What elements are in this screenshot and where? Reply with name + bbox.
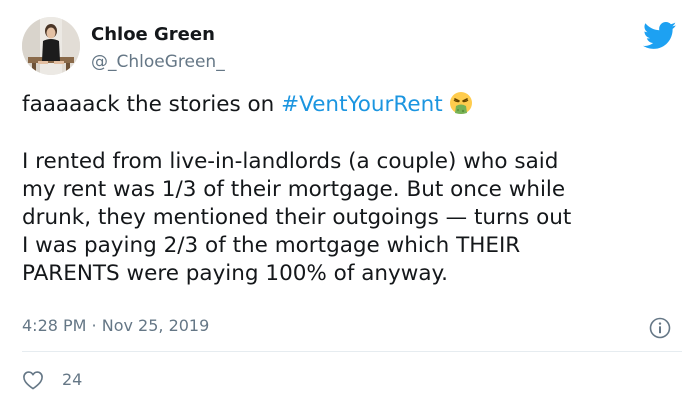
info-icon[interactable] [649,317,671,339]
tweet-first-line: faaaaack the stories on #VentYourRent [22,91,682,119]
tweet-body-line: my rent was 1/3 of their mortgage. But o… [22,177,566,202]
tweet-card: Chloe Green @_ChloeGreen_ faaaaack the s… [0,0,700,408]
tweet-body-line: I was paying 2/3 of the mortgage which T… [22,233,521,258]
divider [22,351,682,352]
like-count: 24 [62,370,83,389]
tweet-intro-text: faaaaack the stories on [22,92,282,117]
tweet-timestamp[interactable]: 4:28 PM · Nov 25, 2019 [22,316,209,335]
avatar[interactable] [22,17,80,75]
heart-icon[interactable] [22,370,44,390]
tweet-body-line: I rented from live-in-landlords (a coupl… [22,149,559,174]
tweet-text: faaaaack the stories on #VentYourRent I … [22,91,682,288]
hashtag-link[interactable]: #VentYourRent [281,92,443,117]
author-handle[interactable]: @_ChloeGreen_ [91,52,225,72]
twitter-bird-icon[interactable] [643,22,677,50]
tweet-body-line: drunk, they mentioned their outgoings — … [22,205,572,230]
avatar-photo [22,17,80,75]
author-display-name[interactable]: Chloe Green [91,24,215,45]
tweet-body-line: PARENTS were paying 100% of anyway. [22,261,449,286]
face-vomiting-emoji-icon [449,92,472,114]
